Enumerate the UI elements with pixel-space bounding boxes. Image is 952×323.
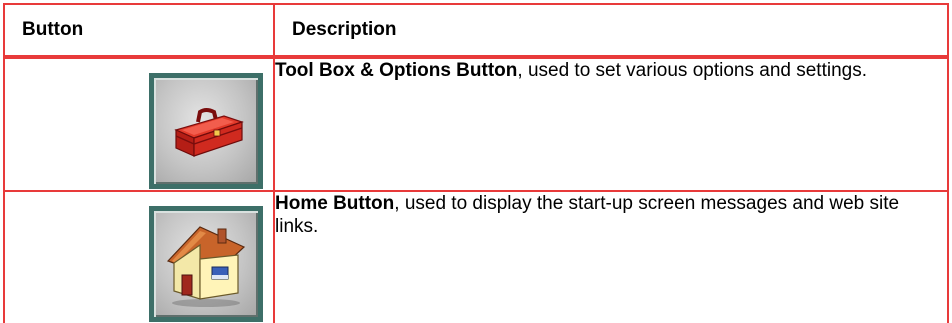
description-cell: Home Button, used to display the start-u… [273,190,949,323]
button-cell [3,56,275,192]
toolbox-icon [174,108,244,157]
header-description: Description [273,3,949,59]
button-title: Tool Box & Options Button [275,60,518,81]
toolbox-options-button[interactable] [149,73,263,189]
button-reference-table: Button Description Tool Box & Options Bu… [3,3,949,323]
button-description: , used to set various options and settin… [517,60,867,81]
table-header-row: Button Description [3,3,949,59]
button-cell [3,190,275,323]
home-button[interactable] [149,206,263,322]
table-row: Tool Box & Options Button, used to set v… [3,56,949,192]
home-icon [166,226,246,307]
header-button: Button [3,3,275,59]
description-cell: Tool Box & Options Button, used to set v… [273,56,949,192]
table-row: Home Button, used to display the start-u… [3,190,949,323]
button-title: Home Button [275,193,395,214]
